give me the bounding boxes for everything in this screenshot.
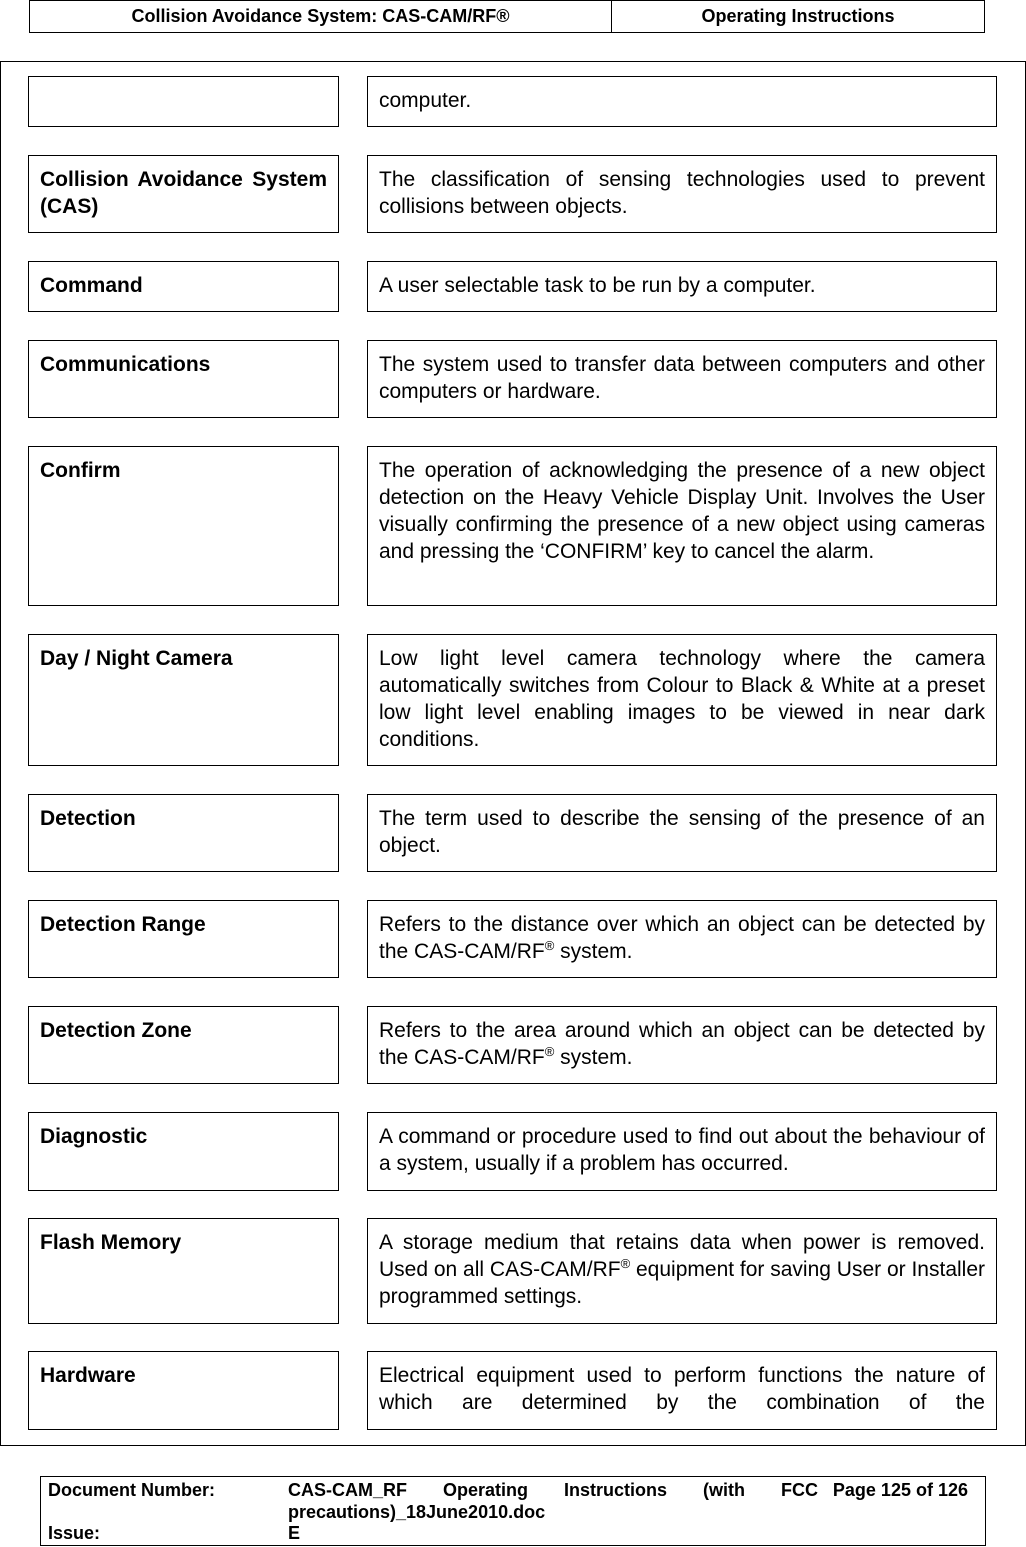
registered-mark: ® [544, 1044, 555, 1059]
glossary-definition: The operation of acknowledging the prese… [367, 446, 997, 606]
glossary-definition: Refers to the distance over which an obj… [367, 900, 997, 978]
header-title: Collision Avoidance System: CAS-CAM/RF® [30, 1, 612, 32]
glossary-term: Detection Range [28, 900, 339, 978]
page-header: Collision Avoidance System: CAS-CAM/RF® … [29, 0, 985, 33]
glossary-term [28, 76, 339, 127]
issue-label: Issue: [48, 1523, 101, 1543]
definition-text: Refers to the area around which an objec… [379, 1019, 985, 1069]
glossary-definition: A user selectable task to be run by a co… [367, 261, 997, 312]
definition-text: system. [554, 1046, 633, 1069]
issue-value: E [288, 1523, 301, 1543]
glossary-term: Hardware [28, 1351, 339, 1430]
page-number: Page 125 of 126 [832, 1480, 968, 1500]
glossary-term: Command [28, 261, 339, 312]
glossary-definition: Electrical equipment used to perform fun… [367, 1351, 997, 1430]
glossary-definition: A command or procedure used to find out … [367, 1112, 997, 1191]
definition-text: Refers to the distance over which an obj… [379, 913, 985, 963]
glossary-term: Confirm [28, 446, 339, 606]
definition-text: system. [554, 940, 633, 963]
glossary-definition: The system used to transfer data between… [367, 340, 997, 418]
doc-number-label: Document Number: [48, 1480, 216, 1500]
glossary-definition: computer. [367, 76, 997, 127]
glossary-term: Diagnostic [28, 1112, 339, 1191]
glossary-term: Collision Avoidance System (CAS) [28, 155, 339, 233]
glossary-term: Detection [28, 794, 339, 872]
glossary-definition: Low light level camera technology where … [367, 634, 997, 766]
registered-mark: ® [620, 1256, 631, 1271]
glossary-definition: The term used to describe the sensing of… [367, 794, 997, 872]
doc-number-value: CAS-CAM_RF Operating Instructions (with … [288, 1480, 818, 1522]
glossary-term: Flash Memory [28, 1218, 339, 1324]
glossary-term: Day / Night Camera [28, 634, 339, 766]
page-footer: Document Number: CAS-CAM_RF Operating In… [40, 1476, 986, 1546]
registered-mark: ® [544, 938, 555, 953]
glossary-definition: A storage medium that retains data when … [367, 1218, 997, 1324]
glossary-definition: The classification of sensing technologi… [367, 155, 997, 233]
glossary-term: Detection Zone [28, 1006, 339, 1084]
header-section: Operating Instructions [701, 6, 895, 26]
glossary-definition: Refers to the area around which an objec… [367, 1006, 997, 1084]
glossary-term: Communications [28, 340, 339, 418]
